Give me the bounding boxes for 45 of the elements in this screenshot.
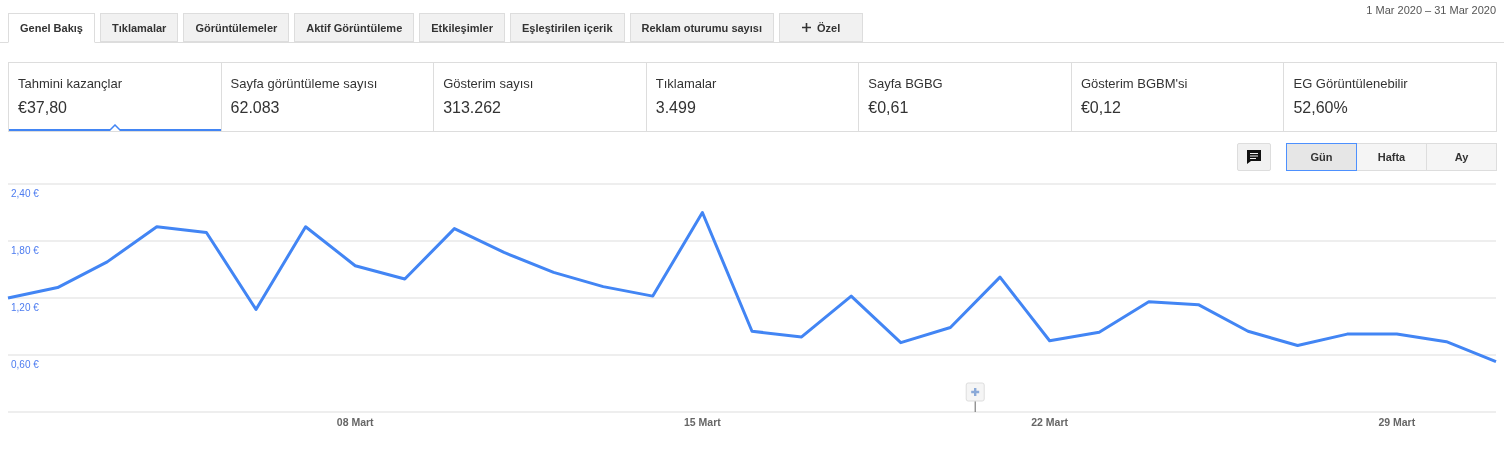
period-button[interactable]: Gün (1286, 143, 1357, 171)
metric-card[interactable]: Sayfa görüntüleme sayısı 62.083 (220, 63, 434, 131)
tab[interactable]: Aktif Görüntüleme (294, 13, 415, 42)
tab[interactable]: Genel Bakış (8, 13, 95, 43)
y-axis-label: 2,40 € (11, 188, 39, 199)
period-button[interactable]: Ay (1426, 143, 1497, 171)
metric-label: Sayfa BGBG (868, 76, 944, 91)
tab[interactable]: Etkileşimler (419, 13, 506, 42)
metric-value: 52,60% (1293, 99, 1349, 117)
metric-card[interactable]: Tahmini kazançlar €37,80 (9, 63, 221, 131)
x-axis-label: 08 Mart (336, 416, 374, 428)
tab[interactable]: Görüntülemeler (183, 13, 290, 42)
metric-value: €0,61 (868, 99, 910, 117)
metric-label: Tıklamalar (655, 76, 718, 91)
x-axis-label: 22 Mart (1031, 416, 1068, 428)
metric-card[interactable]: EG Görüntülenebilir 52,60% (1283, 63, 1497, 131)
period-button[interactable]: Hafta (1356, 143, 1427, 171)
comment-button[interactable] (1237, 143, 1271, 171)
metric-value: €0,12 (1080, 99, 1122, 117)
tab[interactable]: Özel (778, 13, 864, 42)
y-axis-label: 1,20 € (11, 302, 39, 313)
metric-label: EG Görüntülenebilir (1293, 76, 1409, 91)
metric-label: Gösterim sayısı (443, 76, 535, 91)
metric-card[interactable]: Gösterim sayısı 313.262 (433, 63, 646, 131)
metric-card[interactable]: Gösterim BGBM'si €0,12 (1070, 63, 1284, 131)
metric-card[interactable]: Tıklamalar 3.499 (645, 63, 859, 131)
y-axis-label: 0,60 € (11, 359, 39, 370)
tab[interactable]: Reklam oturumu sayısı (629, 13, 774, 42)
tab[interactable]: Tıklamalar (100, 13, 179, 42)
date-range: 1 Mar 2020 – 31 Mar 2020 (1366, 4, 1496, 16)
metric-value: 313.262 (443, 99, 502, 117)
tab[interactable]: Eşleştirilen içerik (510, 13, 625, 42)
pointer-notch-icon (108, 124, 121, 131)
x-axis-label: 15 Mart (684, 416, 721, 428)
comment-icon (1246, 149, 1262, 165)
plus-icon (801, 23, 811, 32)
metric-value: €37,80 (18, 99, 68, 117)
metric-value: 3.499 (655, 99, 697, 117)
metric-label: Sayfa görüntüleme sayısı (230, 76, 379, 91)
metric-label: Gösterim BGBM'si (1080, 76, 1189, 91)
metric-value: 62.083 (230, 99, 281, 117)
y-axis-label: 1,80 € (11, 245, 39, 256)
metric-card[interactable]: Sayfa BGBG €0,61 (858, 63, 1071, 131)
x-axis-label: 29 Mart (1378, 416, 1416, 428)
metric-label: Tahmini kazançlar (18, 76, 124, 91)
